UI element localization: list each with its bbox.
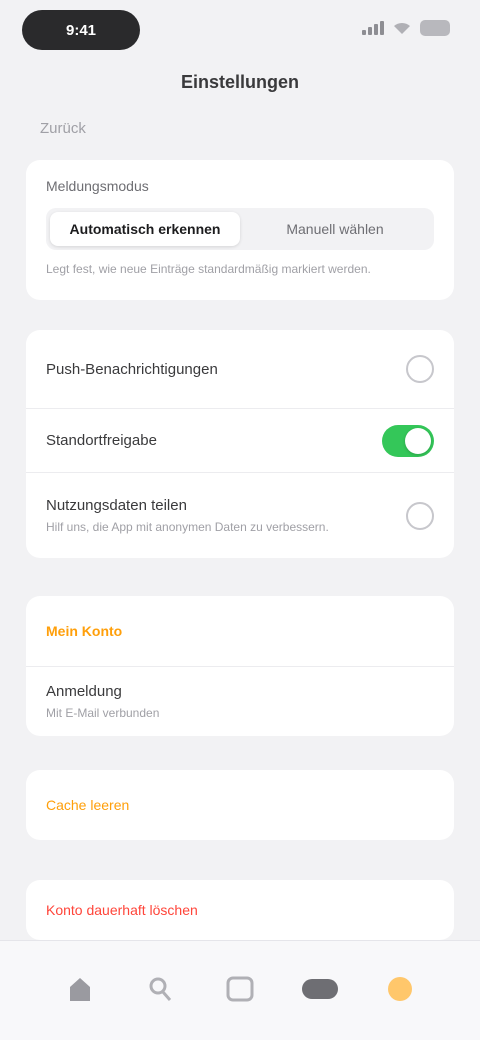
wifi-icon [394,22,410,34]
account-title: Anmeldung [46,683,122,700]
toggle-row-location[interactable]: Standortfreigabe [26,408,454,472]
clear-cache-label: Cache leeren [46,797,130,813]
toggle-text-group: Nutzungsdaten teilen Hilf uns, die App m… [46,497,329,534]
settings-icon [388,977,412,1001]
search-icon [149,977,172,1001]
account-login-row[interactable]: Anmeldung Mit E-Mail verbunden [26,666,454,736]
home-icon [70,978,90,1001]
mode-segmented-control: Automatisch erkennen Manuell wählen [46,208,434,250]
page-title: Einstellungen [180,72,299,92]
chat-icon [302,979,338,999]
mode-label: Meldungsmodus [46,178,149,194]
tab-chat[interactable] [292,961,348,1017]
tab-settings[interactable] [372,961,428,1017]
tab-grid[interactable] [212,961,268,1017]
settings-screen: 9:41 Einstellungen Zurück Meldungsmodus … [0,0,480,1040]
mode-card: Meldungsmodus Automatisch erkennen Manue… [26,160,454,300]
tab-bar [0,940,480,1040]
account-card: Mein Konto Anmeldung Mit E-Mail verbunde… [26,596,454,736]
radio-circle-icon[interactable] [406,355,434,383]
mode-help-text: Legt fest, wie neue Einträge standardmäß… [46,262,371,276]
tab-home[interactable] [52,961,108,1017]
section-heading: Mein Konto [46,623,123,639]
status-bar: 9:41 [0,0,480,62]
account-header-row: Mein Konto [26,596,454,666]
toggle-label: Push-Benachrichtigungen [46,360,218,378]
delete-account-button[interactable]: Konto dauerhaft löschen [26,880,454,940]
mode-option-auto[interactable]: Automatisch erkennen [50,212,240,246]
status-time: 9:41 [22,10,140,50]
back-button[interactable]: Zurück [40,120,86,137]
grid-icon [226,976,254,1002]
clear-cache-button[interactable]: Cache leeren [26,770,454,840]
delete-account-label: Konto dauerhaft löschen [46,902,198,918]
signal-icon [362,21,384,35]
toggle-label: Nutzungsdaten teilen [46,497,187,514]
mode-option-manual[interactable]: Manuell wählen [240,212,430,246]
toggles-card: Push-Benachrichtigungen Standortfreigabe… [26,330,454,558]
toggle-row-analytics[interactable]: Nutzungsdaten teilen Hilf uns, die App m… [26,472,454,558]
location-toggle[interactable] [382,424,434,457]
status-icons [362,20,450,36]
account-subtitle: Mit E-Mail verbunden [46,706,160,720]
tab-search[interactable] [132,961,188,1017]
toggle-row-notifications[interactable]: Push-Benachrichtigungen [26,330,454,408]
account-text-group: Anmeldung Mit E-Mail verbunden [46,683,159,720]
battery-icon [420,20,450,36]
toggle-sublabel: Hilf uns, die App mit anonymen Daten zu … [46,520,329,534]
radio-circle-icon[interactable] [406,501,434,530]
toggle-label: Standortfreigabe [46,432,157,449]
